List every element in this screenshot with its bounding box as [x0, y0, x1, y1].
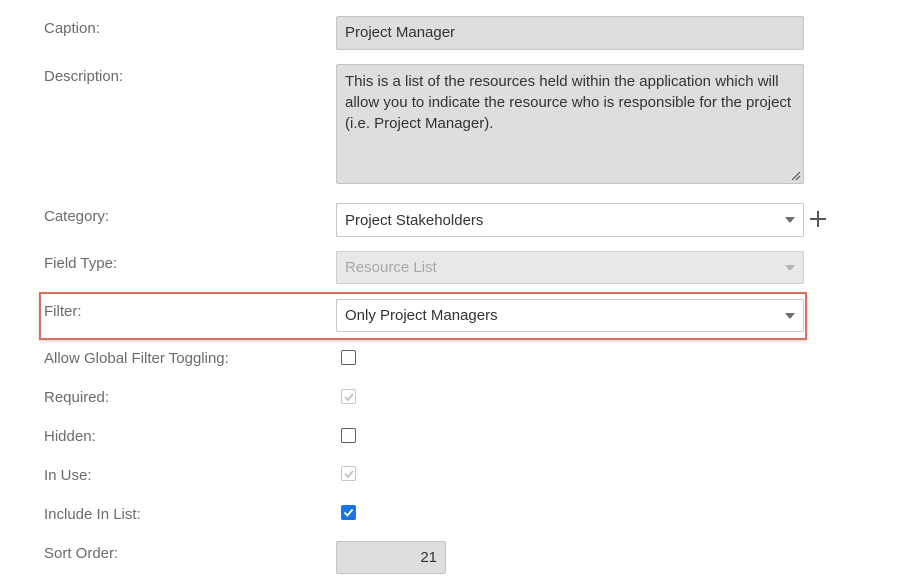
- hidden-checkbox[interactable]: [341, 428, 356, 443]
- include-in-list-checkbox[interactable]: [341, 505, 356, 520]
- field-type-label: Field Type:: [44, 255, 118, 272]
- caption-value: Project Manager: [345, 24, 456, 41]
- filter-value: Only Project Managers: [345, 307, 498, 324]
- plus-icon[interactable]: [808, 208, 828, 230]
- caption-field[interactable]: Project Manager: [336, 16, 804, 50]
- description-textarea[interactable]: This is a list of the resources held wit…: [336, 64, 804, 184]
- in-use-label: In Use:: [44, 467, 92, 484]
- in-use-checkbox: [341, 466, 356, 481]
- chevron-down-icon: [785, 264, 795, 271]
- resize-grip-icon[interactable]: [791, 171, 801, 181]
- filter-select[interactable]: Only Project Managers: [336, 299, 804, 332]
- check-icon: [344, 470, 354, 479]
- caption-label: Caption:: [44, 20, 100, 37]
- field-type-value: Resource List: [345, 259, 437, 276]
- include-in-list-label: Include In List:: [44, 506, 141, 523]
- category-value: Project Stakeholders: [345, 211, 484, 229]
- description-label: Description:: [44, 68, 124, 85]
- required-label: Required:: [44, 389, 110, 406]
- filter-label: Filter:: [44, 303, 82, 320]
- sort-order-label: Sort Order:: [44, 545, 119, 562]
- hidden-label: Hidden:: [44, 428, 96, 445]
- required-checkbox: [341, 389, 356, 404]
- check-icon: [343, 508, 354, 517]
- sort-order-value: 21: [420, 549, 437, 566]
- field-type-select: Resource List: [336, 251, 804, 284]
- category-label: Category:: [44, 208, 110, 225]
- allow-global-filter-toggling-label: Allow Global Filter Toggling:: [44, 350, 229, 367]
- chevron-down-icon: [785, 217, 795, 223]
- sort-order-field[interactable]: 21: [336, 541, 446, 574]
- allow-global-filter-toggling-checkbox[interactable]: [341, 350, 356, 365]
- description-value: This is a list of the resources held wit…: [345, 73, 792, 132]
- category-select[interactable]: Project Stakeholders: [336, 203, 804, 237]
- check-icon: [344, 393, 354, 402]
- chevron-down-icon: [785, 312, 795, 319]
